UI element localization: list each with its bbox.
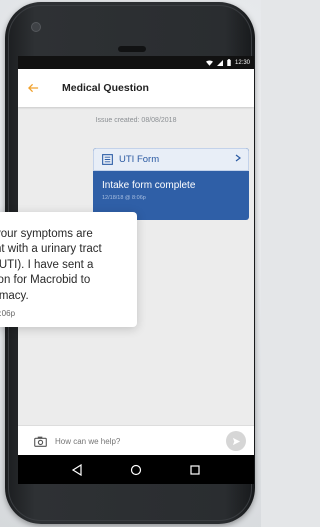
issue-created-label: Issue created: 08/08/2018 xyxy=(95,117,177,124)
status-bar: 12:30 xyxy=(18,56,254,69)
camera-icon[interactable] xyxy=(34,436,47,447)
form-card-title: UTI Form xyxy=(119,154,160,165)
message-input[interactable] xyxy=(53,435,217,447)
home-circle-icon[interactable] xyxy=(130,464,142,476)
arrow-left-icon[interactable] xyxy=(28,81,48,95)
back-triangle-icon[interactable] xyxy=(71,463,83,476)
status-time: 12:30 xyxy=(234,59,250,66)
message-line: nt with a urinary tract xyxy=(0,243,102,256)
send-button[interactable] xyxy=(226,431,246,451)
message-text: your symptoms are nt with a urinary trac… xyxy=(0,227,133,304)
battery-icon xyxy=(227,59,231,66)
message-input-bar xyxy=(18,425,254,456)
chevron-right-icon[interactable] xyxy=(235,154,241,165)
app-bar: Medical Question xyxy=(18,69,254,107)
form-card-header[interactable]: UTI Form xyxy=(93,148,249,171)
earpiece-speaker xyxy=(118,46,146,52)
page-title: Medical Question xyxy=(62,82,149,94)
form-icon xyxy=(102,154,113,165)
front-camera xyxy=(31,22,41,32)
wifi-icon xyxy=(205,60,213,66)
form-card-status: Intake form complete xyxy=(102,180,196,191)
signal-icon xyxy=(216,59,223,66)
message-line: ion for Macrobid to xyxy=(0,274,91,287)
doctor-message-bubble: your symptoms are nt with a urinary trac… xyxy=(0,212,137,327)
send-icon xyxy=(232,437,240,445)
message-time: 0:06p xyxy=(0,309,16,318)
uti-form-card[interactable]: UTI Form Intake form complete 12/18/18 @… xyxy=(93,148,249,220)
form-card-time: 12/18/18 @ 8:06p xyxy=(102,195,146,201)
message-line: your symptoms are xyxy=(0,228,93,240)
recents-square-icon[interactable] xyxy=(189,464,201,476)
message-line: (UTI). I have sent a xyxy=(0,258,94,271)
message-line: rmacy. xyxy=(0,289,29,302)
android-nav-bar xyxy=(18,455,254,484)
